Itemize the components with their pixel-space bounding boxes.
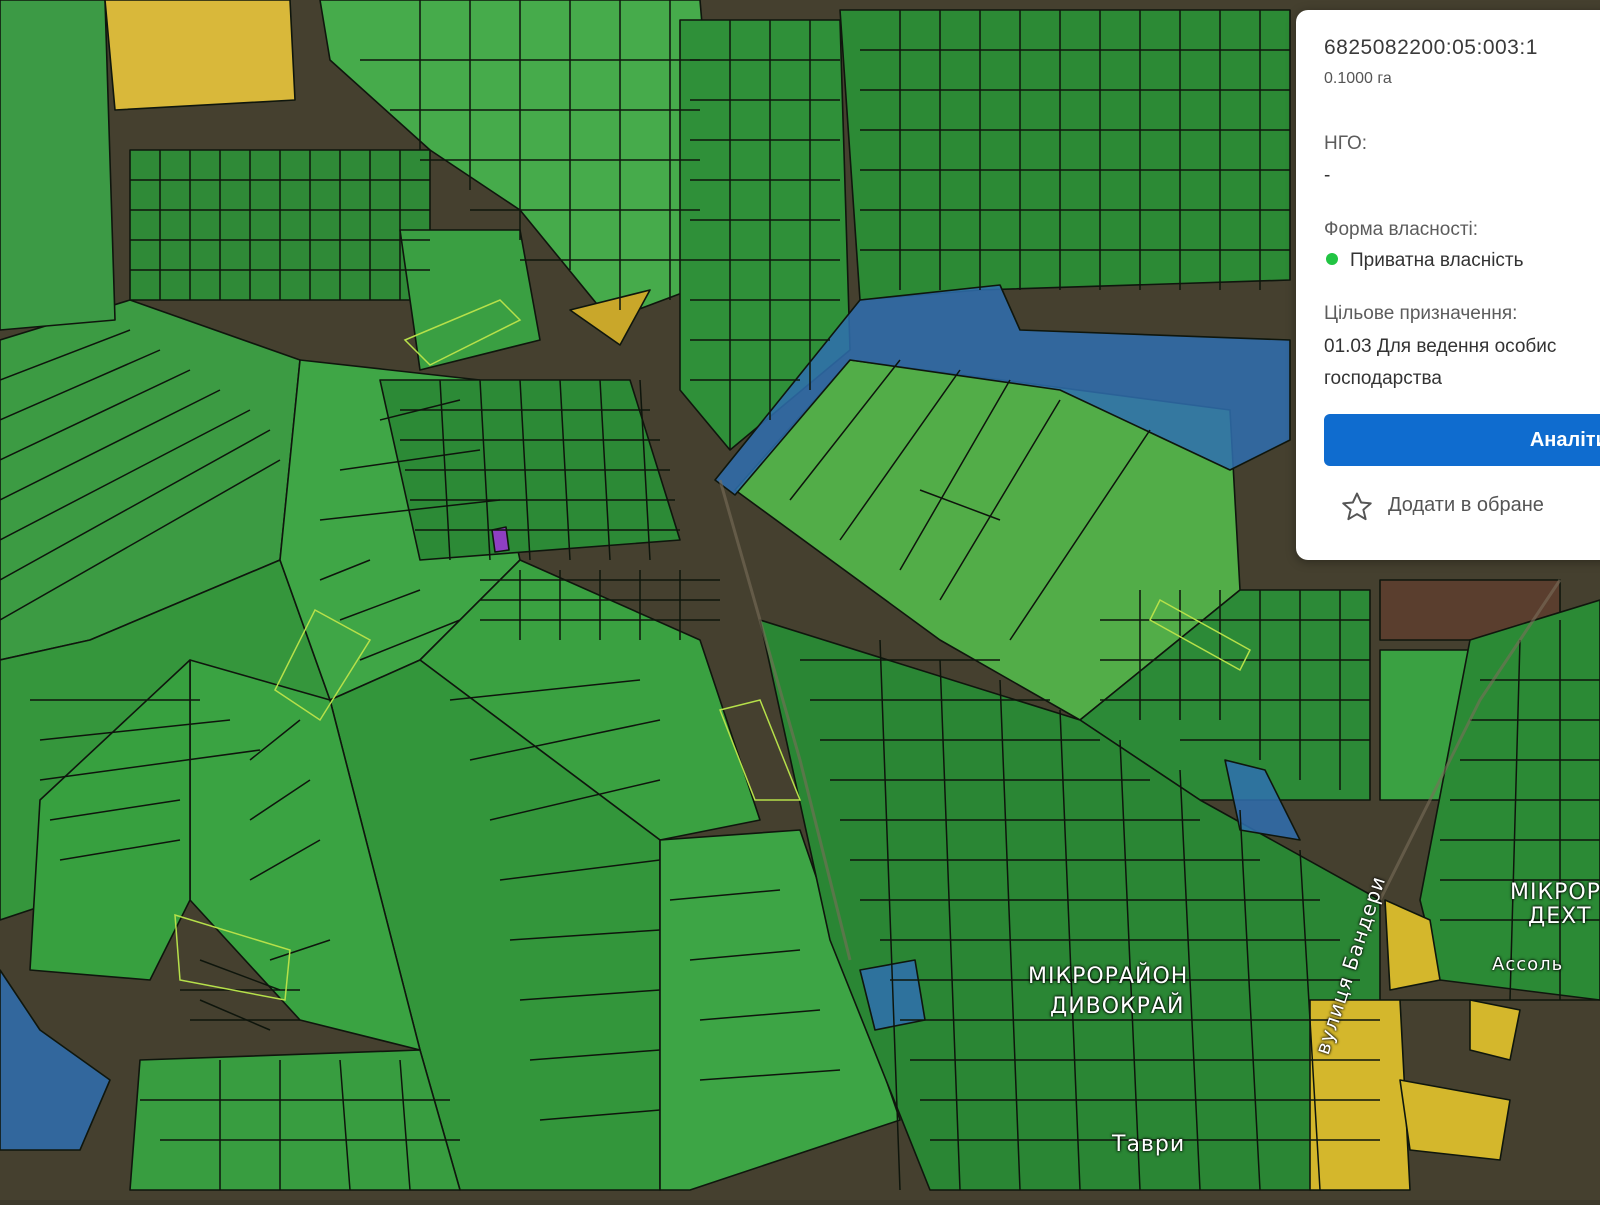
poi-label: Ассоль: [1492, 954, 1564, 975]
add-to-favorites-button[interactable]: Додати в обране: [1340, 486, 1600, 526]
star-icon: [1342, 492, 1372, 521]
district-right-sublabel: ДЕХТ: [1528, 904, 1592, 929]
purpose-value-line2: господарства: [1324, 368, 1442, 389]
district-label: МІКРОРАЙОН: [1028, 964, 1189, 989]
cadastral-number[interactable]: 6825082200:05:003:1: [1324, 36, 1538, 60]
ownership-label: Форма власності:: [1324, 219, 1479, 240]
ngo-value: -: [1324, 165, 1331, 186]
district-sublabel: ДИВОКРАЙ: [1050, 994, 1185, 1019]
land-parcel: [129, 1049, 461, 1191]
district-right-label: МІКРОР: [1510, 880, 1600, 905]
purpose-value-line1: 01.03 Для ведення особис: [1324, 336, 1557, 357]
street-bottom-label: Таври: [1112, 1132, 1186, 1157]
land-parcel: [104, 0, 296, 111]
analytics-button[interactable]: Аналітика: [1324, 414, 1600, 466]
favorite-label: Додати в обране: [1388, 494, 1544, 516]
ownership-value: Приватна власність: [1350, 250, 1524, 271]
parcel-info-panel: 6825082200:05:003:1 0.1000 га НГО: - Фор…: [1296, 10, 1600, 560]
land-parcel: [839, 9, 1291, 301]
land-parcel: [0, 0, 116, 331]
analytics-button-label: Аналітика: [1529, 429, 1600, 451]
purpose-label: Цільове призначення:: [1324, 303, 1518, 324]
ngo-label: НГО:: [1324, 133, 1368, 154]
parcel-area: 0.1000 га: [1324, 70, 1392, 87]
communal-parcel: [1469, 999, 1521, 1061]
ownership-status-dot: [1326, 253, 1338, 265]
